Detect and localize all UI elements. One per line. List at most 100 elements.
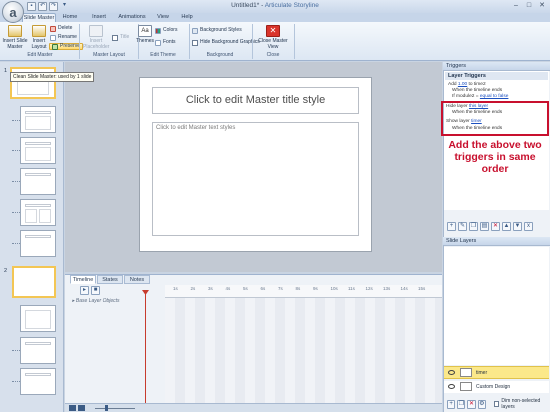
layer-properties-icon[interactable]: ⚙ [477,399,486,409]
themes-label: Themes [135,38,155,44]
ruler-tick-label: 8s [295,286,301,291]
maximize-icon[interactable]: □ [523,1,535,11]
insert-placeholder-label: Insert Placeholder [83,38,110,50]
slide-layers-list [444,247,549,365]
stop-timeline-icon[interactable] [78,405,85,411]
layer-row-timer[interactable]: timer [444,366,549,379]
layer-thumbnail [460,368,472,377]
new-layer-icon[interactable]: + [447,399,456,409]
layout-thumbnail[interactable] [20,168,56,195]
zoom-slider-track[interactable] [95,408,135,409]
title-check-box[interactable] [112,34,118,41]
ruler-tick-label: 9s [313,286,318,291]
rename-button[interactable]: Rename [50,34,77,41]
zoom-slider-thumb[interactable] [105,405,108,411]
tab-view[interactable]: View [152,13,174,22]
tab-slide-master[interactable]: Slide Master [22,13,56,22]
layout-thumbnail[interactable] [20,368,56,395]
trigger-value-link[interactable]: 1.00 [458,82,467,87]
layers-toolbar: + ❐ ✕ ⚙ Dim non-selected layers [444,398,549,410]
thumb-title [25,111,51,114]
title-checkbox[interactable]: Title [112,34,129,41]
selected-layout-thumbnail[interactable] [12,266,56,298]
document-name: Untitled1* [231,2,260,9]
new-trigger-icon[interactable]: + [447,222,456,231]
fonts-label: Fonts [163,39,176,45]
play-timeline-icon[interactable] [69,405,76,411]
tab-help[interactable]: Help [176,13,198,22]
pin-icon [52,43,58,50]
layout-connector [12,150,20,151]
eye-icon[interactable] [448,370,455,375]
trigger-add-time[interactable]: Add 1.00 to time2 [448,82,486,87]
fonts-icon [155,39,161,46]
app-orb-button[interactable]: a [2,1,24,23]
background-styles-label: Background Styles [200,27,242,33]
close-master-view-button[interactable]: ✕ Close Master View [256,25,290,50]
slide-master-icon [8,25,22,37]
group-background-label: Background [206,52,234,58]
preserve-button[interactable]: Preserve [49,43,84,50]
layout-thumbnail[interactable] [20,305,56,332]
title-check-label: Title [120,34,130,40]
move-up-icon[interactable]: ▲ [502,222,511,231]
colors-button[interactable]: Colors [155,27,177,34]
thumb-title [25,173,51,176]
copy-trigger-icon[interactable]: ❐ [469,222,478,231]
tab-notes[interactable]: Notes [124,275,150,284]
variables-icon[interactable]: x [524,222,533,231]
delete-label: Delete [58,25,73,31]
move-down-icon[interactable]: ▼ [513,222,522,231]
stop-icon[interactable]: ■ [91,286,100,295]
delete-layer-icon[interactable]: ✕ [467,399,476,409]
play-icon[interactable]: ▸ [80,286,89,295]
layer-row-base[interactable]: Custom Design [444,381,549,393]
hide-background-check-box[interactable] [192,39,198,46]
themes-button[interactable]: Aa Themes [135,25,155,44]
insert-slide-master-button[interactable]: Insert Slide Master [2,25,28,50]
hide-background-graphics-checkbox[interactable]: Hide Background Graphics [192,39,260,46]
slide-layers-header: Slide Layers [443,237,550,246]
tab-home[interactable]: Home [58,13,82,22]
delete-button[interactable]: Delete [50,25,72,32]
layout-thumbnail[interactable] [20,137,56,164]
layout-connector [12,243,20,244]
background-styles-button[interactable]: Background Styles [192,27,242,34]
title-placeholder[interactable]: Click to edit Master title style [152,87,359,114]
ruler-tick-label: 2s [190,286,196,291]
tab-timeline[interactable]: Timeline [70,275,96,284]
layout-thumbnail[interactable] [20,106,56,133]
fonts-button[interactable]: Fonts [155,39,176,46]
insert-layout-button[interactable]: Insert Layout [29,25,49,50]
tab-animations[interactable]: Animations [114,13,150,22]
duplicate-layer-icon[interactable]: ❐ [457,399,466,409]
close-icon[interactable]: ✕ [536,1,548,11]
delete-trigger-icon[interactable]: ✕ [491,222,500,231]
body-placeholder[interactable]: Click to edit Master text styles [152,122,359,236]
slide-canvas[interactable]: Click to edit Master title style Click t… [139,77,372,252]
group-divider [294,24,295,59]
layer-triggers-header: Layer Triggers [445,72,548,80]
eye-icon[interactable] [448,384,455,389]
ruler-tick-label: 15s [418,286,426,291]
trigger-if[interactable]: If module2 = equal to false [452,94,508,99]
thumb-title [25,204,51,207]
layout-thumbnail[interactable] [20,337,56,364]
edit-trigger-icon[interactable]: ✎ [458,222,467,231]
layout-thumbnail[interactable] [20,230,56,257]
layout-icon [32,25,46,37]
insert-placeholder-button[interactable]: Insert Placeholder [83,25,109,50]
trigger-condition-link[interactable]: equal to false [480,94,509,99]
minimize-icon[interactable]: – [510,1,522,11]
group-close-label: Close [266,52,280,58]
tab-insert[interactable]: Insert [86,13,112,22]
group-edit-theme-label: Edit Theme [150,52,176,58]
ribbon-tab-bar [0,13,550,22]
dim-layers-checkbox[interactable] [493,401,500,407]
insert-slide-master-label: Insert Slide Master [2,38,28,50]
tab-states[interactable]: States [97,275,123,284]
articulate-logo-icon: a [9,4,17,20]
paste-trigger-icon[interactable]: ▤ [480,222,489,231]
ruler-tick-label: 13s [383,286,391,291]
layout-thumbnail[interactable] [20,199,56,226]
